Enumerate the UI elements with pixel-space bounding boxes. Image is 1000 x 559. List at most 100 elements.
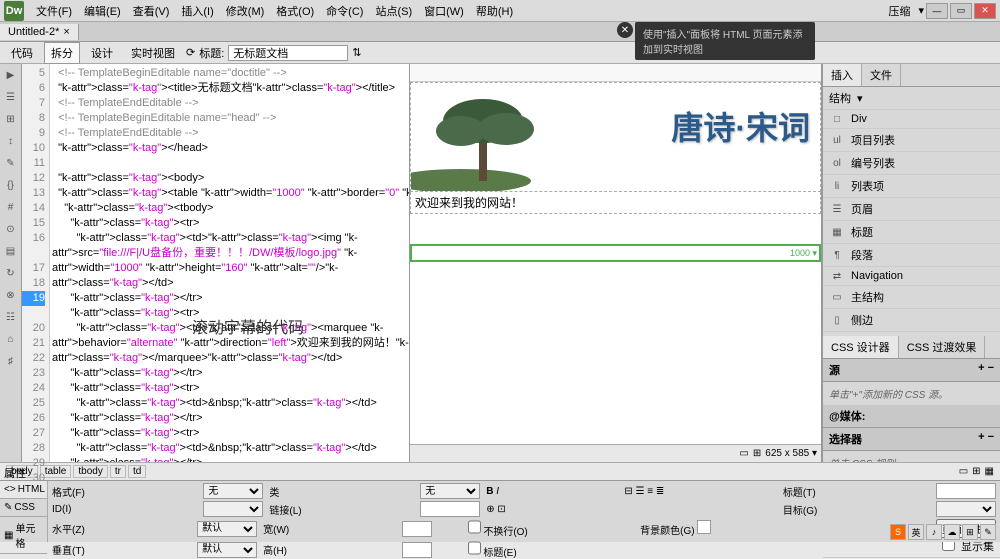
view-code-button[interactable]: 代码 — [4, 42, 40, 64]
menu-item[interactable]: 编辑(E) — [78, 4, 127, 20]
doc-title-input[interactable] — [228, 45, 348, 61]
tool-icon[interactable]: # — [0, 196, 21, 218]
view-split-button[interactable]: 拆分 — [44, 42, 80, 64]
breadcrumb-tag[interactable]: tr — [110, 465, 126, 478]
target-select[interactable] — [936, 501, 996, 517]
insert-item[interactable]: ol编号列表 — [823, 152, 1000, 175]
insert-item[interactable]: ▦标题 — [823, 221, 1000, 244]
menu-item[interactable]: 插入(I) — [175, 4, 219, 20]
css-selectors-header: 选择器 + − — [823, 428, 1000, 451]
view-live-button[interactable]: 实时视图 — [124, 42, 182, 64]
tab-insert[interactable]: 插入 — [823, 64, 862, 86]
height-input[interactable] — [402, 542, 432, 558]
insert-category[interactable]: 结构 ▾ — [823, 87, 1000, 110]
close-icon[interactable]: ✕ — [617, 22, 633, 38]
annotation-label: 滚动字幕的代码 — [192, 314, 304, 338]
vert-select[interactable]: 默认 — [197, 542, 257, 558]
props-html-tab[interactable]: <> HTML — [0, 481, 47, 499]
menu-item[interactable]: 窗口(W) — [418, 4, 470, 20]
tool-icon[interactable]: ↻ — [0, 262, 21, 284]
tool-icon[interactable]: ⌂ — [0, 328, 21, 350]
preview-body[interactable]: 唐诗·宋词 欢迎来到我的网站！ — [410, 82, 821, 444]
ime-icon[interactable]: S — [890, 524, 906, 540]
menu-item[interactable]: 帮助(H) — [470, 4, 519, 20]
grid-icon[interactable]: ⊞ — [753, 448, 761, 459]
props-css-tab[interactable]: ✎ CSS — [0, 499, 47, 517]
tool-icon[interactable]: ▤ — [0, 240, 21, 262]
device-icon[interactable]: ▦ — [985, 466, 994, 477]
tool-icon[interactable]: ⊗ — [0, 284, 21, 306]
add-icon[interactable]: + − — [978, 362, 994, 378]
insert-item[interactable]: ul项目列表 — [823, 129, 1000, 152]
tray-icon[interactable]: ☁ — [944, 524, 960, 540]
lang-indicator[interactable]: 英 — [908, 524, 924, 540]
css-panel-tabs: CSS 设计器 CSS 过渡效果 — [823, 336, 1000, 359]
breadcrumb-tag[interactable]: td — [128, 465, 146, 478]
tool-icon[interactable]: ✎ — [0, 152, 21, 174]
tool-icon[interactable]: {} — [0, 174, 21, 196]
tool-icon[interactable]: ⊞ — [0, 108, 21, 130]
tool-icon[interactable]: ▶ — [0, 64, 21, 86]
insert-item[interactable]: ⇄Navigation — [823, 267, 1000, 286]
tool-icon[interactable]: ☷ — [0, 306, 21, 328]
menu-item[interactable]: 站点(S) — [369, 4, 418, 20]
insert-item[interactable]: li列表项 — [823, 175, 1000, 198]
id-select[interactable] — [203, 501, 263, 517]
menu-item[interactable]: 查看(V) — [127, 4, 176, 20]
horiz-select[interactable]: 默认 — [197, 521, 257, 537]
tool-icon[interactable]: ♯ — [0, 350, 21, 372]
toolbar-overflow-icon[interactable]: ⇅ — [352, 46, 361, 59]
insert-item[interactable]: ☰页眉 — [823, 198, 1000, 221]
menu-item[interactable]: 格式(O) — [270, 4, 320, 20]
window-restore-button[interactable]: ▭ — [950, 3, 972, 19]
tool-icon[interactable]: ☰ — [0, 86, 21, 108]
selected-cell-outline[interactable] — [410, 244, 821, 262]
banner-text: 唐诗·宋词 — [671, 103, 810, 149]
window-close-button[interactable]: ✕ — [974, 3, 996, 19]
menu-item[interactable]: 修改(M) — [220, 4, 271, 20]
tag-breadcrumb: bodytabletbodytrtd ▭ ⊞ ▦ — [0, 462, 1000, 480]
props-cell-tab[interactable]: ▦ 单元格 — [0, 517, 47, 554]
viewport-icon[interactable]: ▭ — [739, 448, 748, 459]
zoom-display[interactable]: 625 x 585 ▾ — [765, 448, 817, 459]
tray-icon[interactable]: ✎ — [980, 524, 996, 540]
insert-panel-tabs: 插入 文件 — [823, 64, 1000, 87]
document-tabbar: Untitled-2* × — [0, 22, 1000, 42]
insert-item[interactable]: □Div — [823, 110, 1000, 129]
window-minimize-button[interactable]: — — [926, 3, 948, 19]
insert-item[interactable]: ▭主结构 — [823, 286, 1000, 309]
system-tray: S 英 ♪ ☁ ⊞ ✎ — [890, 524, 996, 540]
code-editor[interactable]: <!-- TemplateBeginEditable name="doctitl… — [50, 64, 409, 462]
device-icon[interactable]: ⊞ — [972, 466, 980, 477]
tray-icon[interactable]: ⊞ — [962, 524, 978, 540]
tab-css-transitions[interactable]: CSS 过渡效果 — [899, 336, 986, 358]
device-icon[interactable]: ▭ — [959, 466, 968, 477]
tool-icon[interactable]: ⊙ — [0, 218, 21, 240]
width-input[interactable] — [402, 521, 432, 537]
menu-item[interactable]: 命令(C) — [320, 4, 369, 20]
document-tab[interactable]: Untitled-2* × — [0, 24, 79, 40]
tab-css-designer[interactable]: CSS 设计器 — [823, 336, 899, 358]
title-label: 标题: — [199, 45, 224, 61]
close-icon[interactable]: × — [63, 26, 69, 38]
right-panels: 插入 文件 结构 ▾ □Divul项目列表ol编号列表li列表项☰页眉▦标题¶段… — [822, 64, 1000, 462]
tool-icon[interactable]: ↕ — [0, 130, 21, 152]
add-icon[interactable]: + − — [978, 431, 994, 447]
compress-menu[interactable]: 压缩 — [882, 1, 916, 21]
link-input[interactable] — [420, 501, 480, 517]
ruler-horizontal — [410, 64, 821, 82]
format-select[interactable]: 无 — [203, 483, 263, 499]
menu-item[interactable]: 文件(F) — [30, 4, 78, 20]
title-input[interactable] — [936, 483, 996, 499]
tab-files[interactable]: 文件 — [862, 64, 901, 86]
compress-dropdown-icon[interactable]: ▾ — [918, 4, 924, 17]
code-panel: 5678910111213141516 171819 2021222324252… — [22, 64, 410, 462]
class-select[interactable]: 无 — [420, 483, 480, 499]
insert-item[interactable]: ¶段落 — [823, 244, 1000, 267]
breadcrumb-tag[interactable]: tbody — [73, 465, 107, 478]
refresh-icon[interactable]: ⟳ — [186, 46, 195, 59]
view-design-button[interactable]: 设计 — [84, 42, 120, 64]
app-logo: Dw — [4, 1, 24, 21]
insert-item[interactable]: ▯侧边 — [823, 309, 1000, 332]
tray-icon[interactable]: ♪ — [926, 524, 942, 540]
